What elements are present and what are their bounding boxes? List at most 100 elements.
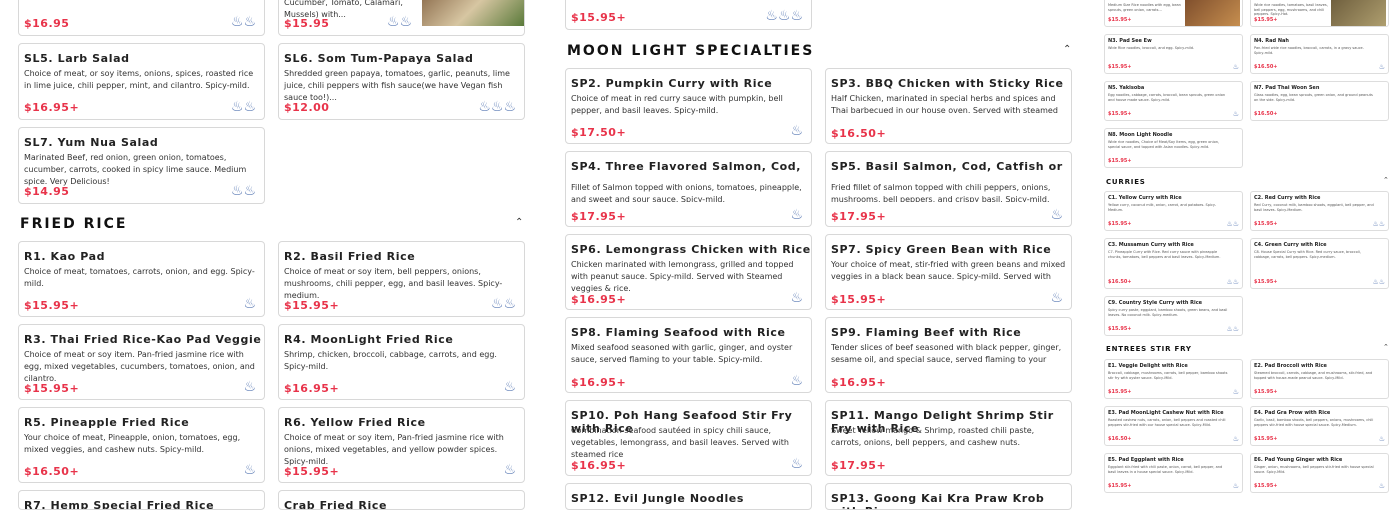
menu-item-card[interactable]: R7. Hemp Special Fried Rice <box>18 490 265 510</box>
menu-item-card[interactable]: Wide rice noodles, tomatoes, basil leave… <box>1250 0 1389 27</box>
spicy-flame-icon: ♨ <box>1050 207 1063 223</box>
spicy-flame-icon: ♨ <box>790 290 803 306</box>
menu-item-card[interactable]: E1. Veggie Delight with Rice Broccoli, c… <box>1104 359 1243 399</box>
menu-item-card[interactable]: SP9. Flaming Beef with Rice Tender slice… <box>825 317 1072 393</box>
menu-item-card[interactable]: SP3. BBQ Chicken with Sticky Rice Half C… <box>825 68 1072 144</box>
item-description: Spicy curry paste, eggplant, bamboo shoo… <box>1108 308 1228 317</box>
chevron-up-icon[interactable]: ⌃ <box>1063 44 1071 55</box>
item-description: Choice of meat or soy item. Pan-fried ja… <box>24 350 255 383</box>
menu-item-card[interactable]: R3. Thai Fried Rice-Kao Pad Veggie Choic… <box>18 324 265 400</box>
chevron-up-icon[interactable]: ⌃ <box>515 217 523 228</box>
item-name: SP3. BBQ Chicken with Sticky Rice <box>831 77 1064 90</box>
menu-item-card[interactable]: N3. Pad See Ew Wide Rice noodles, brocco… <box>1104 34 1243 74</box>
item-name: C9. Country Style Curry with Rice <box>1108 300 1203 306</box>
menu-item-card[interactable]: R4. MoonLight Fried Rice Shrimp, chicken… <box>278 324 525 400</box>
menu-item-card[interactable]: E2. Pad Broccoli with Rice Steamed brocc… <box>1250 359 1389 399</box>
item-price: $12.00 <box>284 101 330 114</box>
menu-item-card[interactable]: SL5. Larb Salad Choice of meat, or soy i… <box>18 43 265 120</box>
item-description: Red Curry, coconut milk, bamboo shoots, … <box>1254 203 1374 212</box>
menu-item-card[interactable]: C9. Country Style Curry with Rice Spicy … <box>1104 296 1243 336</box>
menu-item-card[interactable]: SP7. Spicy Green Bean with Rice Your cho… <box>825 234 1072 310</box>
menu-item-card[interactable]: R6. Yellow Fried Rice Choice of meat or … <box>278 407 525 483</box>
spicy-flame-icon: ♨♨ <box>490 296 516 312</box>
item-name: E4. Pad Gra Prow with Rice <box>1254 410 1331 416</box>
item-name: C1. Yellow Curry with Rice <box>1108 195 1182 201</box>
item-name: Crab Fried Rice <box>284 499 388 510</box>
menu-item-card[interactable]: SL6. Som Tum-Papaya Salad Shredded green… <box>278 43 525 120</box>
menu-item-card[interactable]: SP12. Evil Jungle Noodles <box>565 483 812 510</box>
menu-item-card[interactable]: $16.95 ♨♨ <box>18 0 265 36</box>
item-description: Yellow curry, coconut milk, onion, carro… <box>1108 203 1217 212</box>
menu-item-card[interactable]: E5. Pad Eggplant with Rice Eggplant stir… <box>1104 453 1243 493</box>
item-price: $15.95+ <box>1254 221 1278 227</box>
item-price: $16.95+ <box>571 459 627 472</box>
item-name: C3. Mussamun Curry with Rice <box>1108 242 1194 248</box>
menu-item-card[interactable]: SP2. Pumpkin Curry with Rice Choice of m… <box>565 68 812 144</box>
item-description: Pan-fried wide rice noodles, broccoli, c… <box>1254 46 1364 55</box>
item-price: $15.95+ <box>1254 17 1278 23</box>
item-description: Eggplant stir-fried with chili paste, on… <box>1108 465 1223 474</box>
item-price: $15.95+ <box>831 293 887 306</box>
item-name: SP4. Three Flavored Salmon, Cod, Catfish… <box>571 160 802 173</box>
menu-item-card[interactable]: Medium Size Rice noodles with egg, bean … <box>1104 0 1243 27</box>
item-name: SP8. Flaming Seafood with Rice <box>571 326 786 339</box>
menu-item-card[interactable]: N4. Rad Nah Pan-fried wide rice noodles,… <box>1250 34 1389 74</box>
spicy-flame-icon: ♨ <box>1232 482 1239 490</box>
spicy-flame-icon: ♨♨♨ <box>478 99 516 115</box>
item-description: Chicken marinated with lemongrass, grill… <box>571 260 794 293</box>
spicy-flame-icon: ♨♨ <box>1372 278 1385 286</box>
menu-item-card[interactable]: Crab Fried Rice <box>278 490 525 510</box>
menu-item-card[interactable]: N7. Pad Thai Woon Sen Glass noodles, egg… <box>1250 81 1389 121</box>
spicy-flame-icon: ♨♨ <box>1226 278 1239 286</box>
section-title-moon-light: MOON LIGHT SPECIALTIES <box>567 43 815 59</box>
item-description: Wide rice noodles, tomatoes, basil leave… <box>1254 3 1328 16</box>
menu-item-card[interactable]: Cucumber, Tomato, Calamari, Mussels) wit… <box>278 0 525 36</box>
menu-item-card[interactable]: SP13. Goong Kai Kra Praw Krob with Rice <box>825 483 1072 510</box>
item-name: R7. Hemp Special Fried Rice <box>24 499 215 510</box>
menu-item-card[interactable]: SP5. Basil Salmon, Cod, Catfish or Soy F… <box>825 151 1072 227</box>
item-name: SP5. Basil Salmon, Cod, Catfish or Soy F… <box>831 160 1063 173</box>
item-description: Wide rice noodles, Choice of Meat/Soy It… <box>1108 140 1220 149</box>
menu-item-card[interactable]: SP11. Mango Delight Shrimp Stir Fry with… <box>825 400 1072 476</box>
menu-item-card[interactable]: E3. Pad MoonLight Cashew Nut with Rice R… <box>1104 406 1243 446</box>
menu-item-card[interactable]: N8. Moon Light Noodle Wide rice noodles,… <box>1104 128 1243 168</box>
menu-item-card[interactable]: C4. Green Curry with Rice C8. House Spec… <box>1250 238 1389 289</box>
chevron-up-icon[interactable]: ⌃ <box>1383 176 1389 184</box>
menu-item-card[interactable]: SP4. Three Flavored Salmon, Cod, Catfish… <box>565 151 812 227</box>
menu-item-card[interactable]: E4. Pad Gra Prow with Rice Garlic, basil… <box>1250 406 1389 446</box>
menu-item-card[interactable]: C3. Mussamun Curry with Rice C7. Pineapp… <box>1104 238 1243 289</box>
menu-item-card[interactable]: SP6. Lemongrass Chicken with Rice Chicke… <box>565 234 812 310</box>
item-name: SP9. Flaming Beef with Rice <box>831 326 1022 339</box>
item-price: $16.95+ <box>571 293 627 306</box>
menu-item-card[interactable]: $15.95+ ♨♨♨ <box>565 0 812 30</box>
spicy-flame-icon: ♨♨♨ <box>765 8 803 24</box>
menu-item-card[interactable]: N5. Yakisoba Egg noodles, cabbage, carro… <box>1104 81 1243 121</box>
menu-item-card[interactable]: R1. Kao Pad Choice of meat, tomatoes, ca… <box>18 241 265 317</box>
item-price: $15.95+ <box>1108 389 1132 395</box>
item-name: SP6. Lemongrass Chicken with Rice <box>571 243 811 256</box>
item-price: $15.95+ <box>24 382 80 395</box>
food-photo <box>1331 0 1386 26</box>
chevron-up-icon[interactable]: ⌃ <box>1383 343 1389 351</box>
section-title-entrees: ENTREES STIR FRY <box>1106 345 1192 353</box>
spicy-flame-icon: ♨ <box>790 373 803 389</box>
menu-item-card[interactable]: C2. Red Curry with Rice Red Curry, cocon… <box>1250 191 1389 231</box>
spicy-flame-icon: ♨♨ <box>230 183 256 199</box>
menu-item-card[interactable]: SP10. Poh Hang Seafood Stir Fry with Ric… <box>565 400 812 476</box>
menu-item-card[interactable]: SL7. Yum Nua Salad Marinated Beef, red o… <box>18 127 265 204</box>
item-price: $15.95+ <box>1108 158 1132 164</box>
menu-item-card[interactable]: R5. Pineapple Fried Rice Your choice of … <box>18 407 265 483</box>
item-price: $17.95+ <box>831 210 887 223</box>
item-price: $16.50+ <box>1254 64 1278 70</box>
item-price: $15.95+ <box>1254 436 1278 442</box>
spicy-flame-icon: ♨♨ <box>1226 220 1239 228</box>
item-name: SP13. Goong Kai Kra Praw Krob with Rice <box>831 492 1045 509</box>
item-price: $16.95+ <box>571 376 627 389</box>
item-name: C2. Red Curry with Rice <box>1254 195 1321 201</box>
menu-item-card[interactable]: R2. Basil Fried Rice Choice of meat or s… <box>278 241 525 317</box>
menu-item-card[interactable]: E6. Pad Young Ginger with Rice Ginger, o… <box>1250 453 1389 493</box>
menu-item-card[interactable]: SP8. Flaming Seafood with Rice Mixed sea… <box>565 317 812 393</box>
item-price: $16.50+ <box>1254 111 1278 117</box>
menu-item-card[interactable]: C1. Yellow Curry with Rice Yellow curry,… <box>1104 191 1243 231</box>
item-description: C7. Pineapple Curry with Rice. Red curry… <box>1108 250 1221 259</box>
